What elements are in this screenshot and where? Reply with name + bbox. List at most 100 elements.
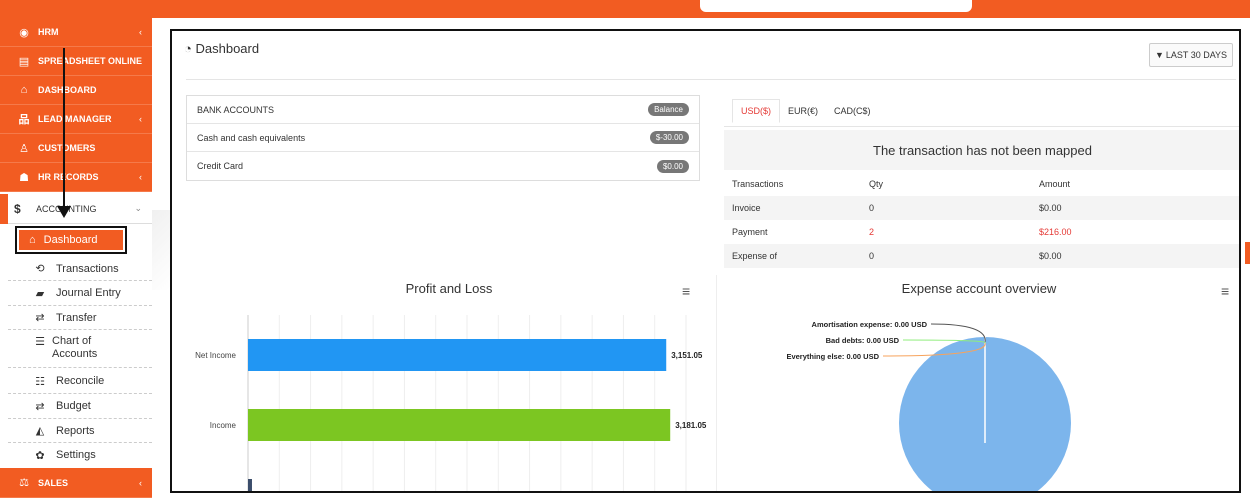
date-filter-label: LAST 30 DAYS	[1165, 50, 1228, 60]
submenu-budget[interactable]: ⇄ Budget	[8, 394, 152, 419]
submenu-dashboard[interactable]: ⌂ Dashboard	[15, 226, 127, 254]
submenu-reconcile[interactable]: ☷ Reconcile	[8, 369, 152, 394]
submenu-label: Reports	[56, 424, 95, 437]
book-icon: ▰	[35, 287, 45, 300]
spreadsheet-icon: ▤	[18, 55, 30, 68]
expense-pie-svg: Amortisation expense: 0.00 USD Bad debts:…	[786, 320, 1071, 491]
bar	[248, 479, 252, 491]
date-filter-button[interactable]: ▼ LAST 30 DAYS	[1149, 43, 1233, 67]
profit-loss-svg: Net Income 3,151.05 Income 3,181.05 Expenses…	[195, 315, 707, 493]
users-icon: ☗	[19, 171, 29, 184]
category-label: Net Income	[195, 351, 236, 360]
table-cell: 0	[869, 203, 875, 213]
expense-overview-chart: Expense account overview ≡ Amortisation …	[716, 275, 1239, 491]
chevron-down-icon: ⌄	[134, 203, 142, 213]
column-header: Transactions	[732, 179, 784, 189]
transactions-table: Transactions Qty Amount Invoice 0 $0.00 …	[724, 172, 1239, 268]
submenu-label: Transfer	[56, 311, 97, 324]
bank-accounts-card: BANK ACCOUNTS Balance Cash and cash equi…	[186, 95, 700, 181]
submenu-label: Journal Entry	[56, 287, 121, 299]
table-cell[interactable]: 2	[869, 227, 1039, 237]
table-row: Expense of 0 $0.00	[724, 244, 1239, 268]
sidebar-item-hr-records[interactable]: ☗ HR RECORDS ‹	[0, 163, 152, 192]
home-icon: ⌂	[20, 84, 28, 96]
category-label: Income	[210, 421, 237, 430]
home-icon: ⌂	[29, 234, 36, 246]
top-bar	[0, 0, 1250, 18]
dollar-icon: $	[14, 201, 21, 216]
sidebar-item-dashboard[interactable]: ⌂ DASHBOARD	[0, 76, 152, 105]
column-header: Qty	[869, 179, 884, 189]
data-label: 3,181.05	[675, 421, 707, 430]
scale-icon: ⚖	[19, 477, 29, 489]
gear-icon: ✿	[35, 449, 45, 462]
sidebar-item-sales[interactable]: ⚖ SALES ‹	[0, 468, 152, 498]
bank-account-name: Credit Card	[197, 161, 244, 171]
column-header: Amount	[1039, 179, 1071, 189]
budget-icon: ⇄	[35, 400, 45, 413]
profit-loss-chart: Profit and Loss ≡ Net Income 3,151.05 Inco…	[186, 275, 712, 493]
bank-account-row[interactable]: Credit Card $0.00	[187, 152, 699, 180]
submenu-settings[interactable]: ✿ Settings	[8, 443, 152, 467]
table-cell: Invoice	[732, 203, 761, 213]
tab-cad[interactable]: CAD(C$)	[826, 100, 879, 122]
table-row: Payment 2 $216.00	[724, 220, 1239, 244]
sidebar-item-label: HRM	[38, 27, 59, 37]
dashboard-icon: ◔	[184, 41, 192, 56]
user-outline-icon: ♙	[19, 142, 29, 155]
page-title: ◔ Dashboard	[184, 41, 259, 56]
filter-icon: ▼	[1154, 50, 1164, 60]
sidebar-item-lead-manager[interactable]: 品 LEAD MANAGER ‹	[0, 105, 152, 134]
bank-account-name: Cash and cash equivalents	[197, 132, 306, 143]
sidebar-item-hrm[interactable]: ◉ HRM ‹	[0, 18, 152, 47]
tab-usd[interactable]: USD($)	[732, 98, 781, 123]
edge-tab[interactable]	[1245, 242, 1250, 264]
sidebar-item-label: SALES	[38, 477, 69, 488]
user-icon: ◉	[19, 26, 29, 39]
currency-tabs: USD($) EUR(€) CAD(C$)	[724, 95, 1239, 127]
submenu-label: Settings	[56, 449, 96, 461]
sidebar-item-customers[interactable]: ♙ CUSTOMERS	[0, 134, 152, 163]
sidebar-item-accounting[interactable]: $ ACCOUNTING ⌄	[8, 194, 152, 224]
table-cell: $0.00	[1039, 203, 1062, 213]
sitemap-icon: 品	[18, 114, 30, 126]
submenu-transactions[interactable]: ⟲ Transactions	[8, 257, 152, 281]
submenu-transfer[interactable]: ⇄ Transfer	[8, 306, 152, 330]
page-title-text: Dashboard	[195, 41, 260, 56]
submenu-chart-of-accounts[interactable]: ☰ Chart of Accounts	[8, 330, 152, 368]
pie-label: Amortisation expense: 0.00 USD	[812, 320, 928, 329]
chevron-left-icon: ‹	[139, 477, 142, 488]
bank-accounts-header: BANK ACCOUNTS Balance	[187, 96, 699, 124]
bank-account-balance: $0.00	[656, 159, 689, 173]
transaction-message: The transaction has not been mapped	[724, 130, 1239, 170]
submenu-label: Budget	[56, 400, 91, 412]
sidebar-item-label: LEAD MANAGER	[38, 114, 112, 124]
annotation-arrow-line	[63, 48, 65, 208]
sidebar-item-label: SPREADSHEET ONLINE	[38, 56, 143, 66]
sidebar-item-spreadsheet-online[interactable]: ▤ SPREADSHEET ONLINE	[0, 47, 152, 76]
table-cell: $0.00	[1039, 251, 1062, 261]
table-cell: Payment	[732, 227, 768, 237]
submenu-journal-entry[interactable]: ▰ Journal Entry	[8, 281, 152, 306]
sidebar-item-label: DASHBOARD	[38, 85, 97, 95]
top-bar-search-strip	[700, 0, 972, 12]
bar	[248, 339, 667, 371]
tab-eur[interactable]: EUR(€)	[780, 100, 826, 122]
sidebar-item-label: CUSTOMERS	[38, 143, 96, 153]
table-row: Invoice 0 $0.00	[724, 196, 1239, 220]
bank-account-balance: $-30.00	[649, 131, 689, 144]
sidebar-item-label: HR RECORDS	[38, 172, 99, 182]
data-label: 3,151.05	[671, 351, 703, 360]
dashboard-panel: ◔ Dashboard ▼ LAST 30 DAYS BANK ACCOUNTS…	[170, 29, 1241, 493]
table-header: Transactions Qty Amount	[724, 172, 1239, 196]
submenu-label: Dashboard	[43, 234, 98, 246]
category-label: Expenses	[201, 491, 236, 493]
chevron-left-icon: ‹	[139, 172, 142, 182]
pie-label: Bad debts: 0.00 USD	[826, 336, 900, 345]
table-cell[interactable]: $216.00	[1039, 227, 1239, 237]
bank-accounts-title: BANK ACCOUNTS	[197, 104, 275, 115]
balance-badge: Balance	[648, 103, 689, 116]
bank-account-row[interactable]: Cash and cash equivalents $-30.00	[187, 124, 699, 152]
submenu-reports[interactable]: ◭ Reports	[8, 419, 152, 443]
area-chart-icon: ◭	[35, 425, 45, 437]
